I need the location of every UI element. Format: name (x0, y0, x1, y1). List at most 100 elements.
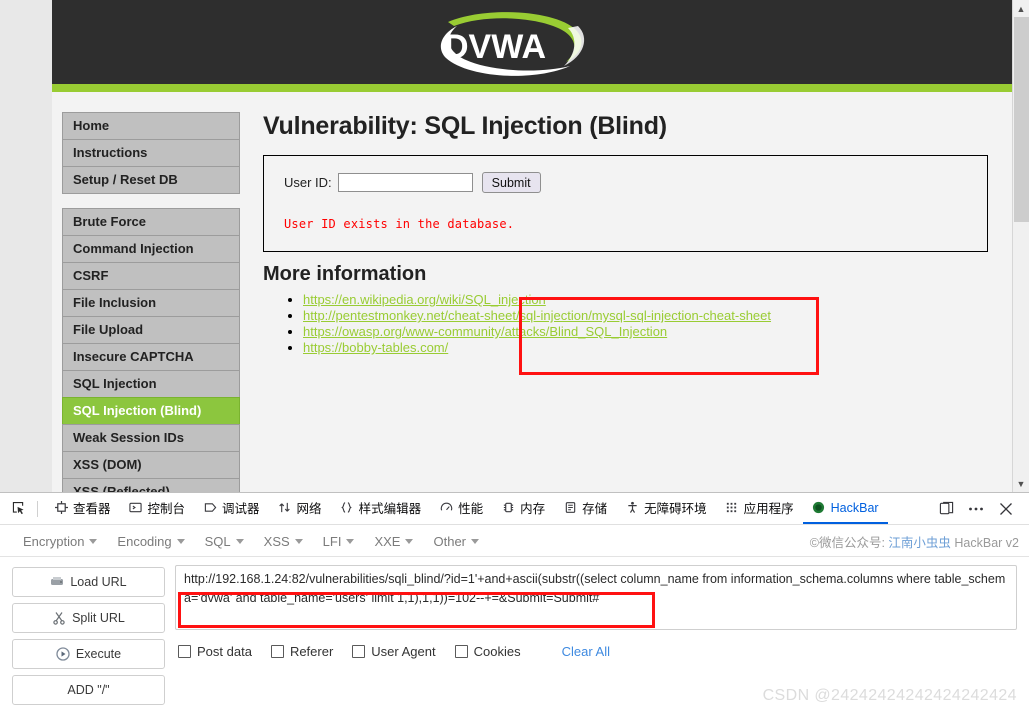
sidebar-item-file-inclusion[interactable]: File Inclusion (62, 289, 240, 316)
menu-sql[interactable]: SQL (196, 530, 253, 553)
menu-encryption[interactable]: Encryption (14, 530, 106, 553)
menu-lfi[interactable]: LFI (314, 530, 364, 553)
tab-hackbar[interactable]: HackBar (802, 493, 888, 524)
tab-style-editor[interactable]: 样式编辑器 (331, 493, 431, 524)
element-picker-icon[interactable] (6, 498, 30, 520)
menu-other[interactable]: Other (424, 530, 488, 553)
play-icon (56, 647, 70, 661)
user-agent-checkbox[interactable] (352, 645, 366, 658)
hackbar-action-buttons: Load URL Split URL Execute ADD "/" (12, 565, 165, 705)
scrollbar-thumb[interactable] (1014, 17, 1029, 222)
accessibility-icon (625, 501, 639, 515)
sidebar-item-xss-reflected[interactable]: XSS (Reflected) (62, 478, 240, 492)
dvwa-logo: DVWA (430, 8, 590, 82)
tab-network[interactable]: 网络 (269, 493, 331, 524)
chevron-down-icon (471, 538, 479, 544)
memory-icon (501, 501, 515, 515)
dvwa-header: DVWA (52, 0, 1012, 84)
menu-label: XSS (263, 533, 290, 549)
sidebar-group-main: Home Instructions Setup / Reset DB (62, 112, 240, 194)
tab-memory[interactable]: 内存 (492, 493, 554, 524)
menu-xss[interactable]: XSS (255, 530, 312, 553)
tab-label: 性能 (458, 502, 484, 516)
devtools-panel: 查看器 控制台 调试器 网络 样式编辑器 性能 内存 存储 无障碍环境 应用程序… (0, 492, 1029, 712)
tab-label: 样式编辑器 (358, 502, 422, 516)
split-url-button[interactable]: Split URL (12, 603, 165, 633)
menu-label: Other (433, 533, 466, 549)
sidebar-item-file-upload[interactable]: File Upload (62, 316, 240, 343)
post-data-checkbox[interactable] (178, 645, 191, 658)
hackbar-icon (812, 501, 826, 515)
sidebar-item-brute-force[interactable]: Brute Force (62, 208, 240, 235)
more-information-list: https://en.wikipedia.org/wiki/SQL_inject… (263, 292, 988, 356)
tab-label: 查看器 (73, 502, 111, 516)
more-info-link-bobby-tables[interactable]: https://bobby-tables.com/ (303, 340, 448, 355)
scroll-up-icon[interactable]: ▲ (1013, 0, 1029, 17)
tabbar-divider (37, 500, 38, 517)
sidebar-item-xss-dom[interactable]: XSS (DOM) (62, 451, 240, 478)
menu-label: Encryption (23, 533, 85, 549)
dock-toggle-icon[interactable] (937, 500, 955, 518)
chevron-down-icon (235, 538, 244, 544)
tab-debugger[interactable]: 调试器 (194, 493, 269, 524)
svg-text:DVWA: DVWA (444, 28, 546, 66)
tab-storage[interactable]: 存储 (554, 493, 616, 524)
more-information-heading: More information (263, 263, 427, 285)
sidebar-item-csrf[interactable]: CSRF (62, 262, 240, 289)
sidebar-item-sql-injection-blind[interactable]: SQL Injection (Blind) (62, 397, 240, 424)
load-url-icon (50, 575, 64, 589)
sidebar-group-vulnerabilities: Brute Force Command Injection CSRF File … (62, 208, 240, 492)
watermark-text: CSDN @24242424242424242424 (762, 687, 1017, 704)
tab-application[interactable]: 应用程序 (716, 493, 803, 524)
menu-encoding[interactable]: Encoding (108, 530, 193, 553)
sidebar: Home Instructions Setup / Reset DB Brute… (52, 112, 240, 492)
load-url-button[interactable]: Load URL (12, 567, 165, 597)
add-slash-button[interactable]: ADD "/" (12, 675, 165, 705)
more-info-link-owasp[interactable]: https://owasp.org/www-community/attacks/… (303, 324, 667, 339)
list-item: https://en.wikipedia.org/wiki/SQL_inject… (303, 292, 988, 308)
user-id-form-row: User ID: Submit (284, 172, 967, 193)
sidebar-item-command-injection[interactable]: Command Injection (62, 235, 240, 262)
submit-button[interactable]: Submit (481, 172, 541, 193)
menu-xxe[interactable]: XXE (365, 530, 422, 553)
menu-label: Encoding (117, 533, 172, 549)
referer-checkbox[interactable] (270, 645, 284, 658)
checkbox-post-data[interactable]: Post data (178, 644, 252, 659)
clear-all-link[interactable]: Clear All (562, 644, 610, 659)
chevron-down-icon (176, 538, 185, 544)
dvwa-body: Home Instructions Setup / Reset DB Brute… (52, 92, 1012, 492)
chevron-down-icon (346, 538, 355, 544)
more-info-link-wikipedia[interactable]: https://en.wikipedia.org/wiki/SQL_inject… (303, 292, 546, 307)
debugger-icon (203, 501, 217, 515)
close-devtools-icon[interactable] (997, 500, 1015, 518)
page-vertical-scrollbar[interactable]: ▲ ▼ (1012, 0, 1029, 492)
checkbox-referer[interactable]: Referer (270, 644, 333, 659)
checkbox-cookies[interactable]: Cookies (454, 644, 521, 659)
tab-label: 控制台 (147, 502, 186, 516)
sidebar-item-instructions[interactable]: Instructions (62, 139, 240, 166)
sidebar-item-weak-session-ids[interactable]: Weak Session IDs (62, 424, 240, 451)
execute-button[interactable]: Execute (12, 639, 165, 669)
cookies-checkbox[interactable] (454, 645, 468, 658)
tab-performance[interactable]: 性能 (430, 493, 492, 524)
more-options-icon[interactable] (967, 500, 985, 518)
sidebar-item-home[interactable]: Home (62, 112, 240, 139)
tab-accessibility[interactable]: 无障碍环境 (616, 493, 716, 524)
tab-console[interactable]: 控制台 (120, 493, 195, 524)
page-title: Vulnerability: SQL Injection (Blind) (263, 112, 667, 140)
sidebar-item-sql-injection[interactable]: SQL Injection (62, 370, 240, 397)
user-id-input[interactable] (337, 173, 473, 192)
more-info-link-pentestmonkey[interactable]: http://pentestmonkey.net/cheat-sheet/sql… (303, 308, 771, 323)
menu-label: LFI (322, 533, 342, 549)
credit-name: 江南小虫虫 (888, 535, 951, 550)
url-input[interactable] (175, 565, 1017, 630)
sidebar-item-setup-reset-db[interactable]: Setup / Reset DB (62, 166, 240, 194)
hackbar-options-row: Post data Referer User Agent Cookies Cle… (175, 644, 1017, 659)
checkbox-user-agent[interactable]: User Agent (352, 644, 436, 659)
style-editor-icon (340, 501, 354, 515)
devtools-toolbar-right (937, 500, 1021, 518)
tab-inspector[interactable]: 查看器 (45, 493, 120, 524)
sidebar-item-insecure-captcha[interactable]: Insecure CAPTCHA (62, 343, 240, 370)
scroll-down-icon[interactable]: ▼ (1013, 475, 1029, 492)
button-label: Load URL (70, 575, 127, 589)
